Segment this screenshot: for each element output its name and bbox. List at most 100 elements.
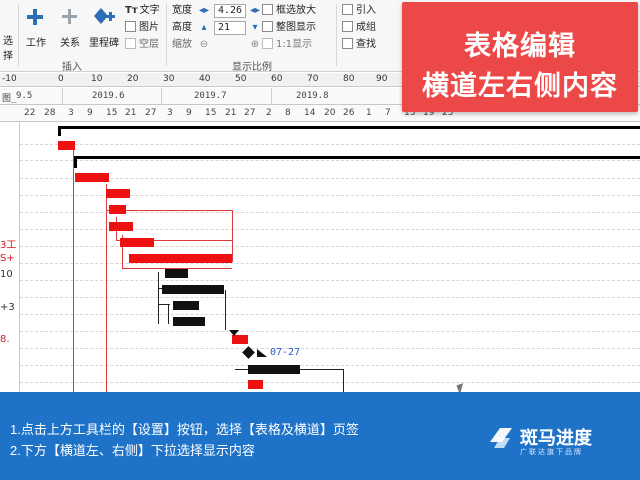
instruction-line-2: 2.下方【横道左、右侧】下拉选择显示内容 [10, 443, 255, 458]
row-grid-line [20, 382, 640, 383]
month-label: 2019.6 [92, 91, 125, 101]
task-bar-critical[interactable] [109, 222, 133, 231]
left-task-text: 3工 [0, 240, 17, 251]
actual-size-label: 1:1显示 [276, 39, 313, 50]
task-bar[interactable] [165, 269, 188, 278]
milestone-date-label: 07-27 [270, 347, 301, 358]
find-button[interactable]: 查找 [342, 38, 376, 52]
blank-layer-button[interactable]: 空层 [125, 38, 159, 52]
task-bar[interactable] [173, 317, 205, 326]
image-button[interactable]: 图片 [125, 21, 159, 35]
work-button[interactable]: 工作 [22, 6, 50, 49]
height-input[interactable]: 21 [214, 21, 246, 35]
row-grid-line [20, 246, 640, 247]
actual-size-icon [262, 38, 273, 49]
summary-bar[interactable] [58, 126, 640, 129]
height-stepper-icon[interactable]: ▾ [249, 22, 261, 34]
width-stepper-icon[interactable]: ◂▸ [249, 5, 261, 17]
task-bar-critical[interactable] [106, 189, 130, 198]
relation-button[interactable]: 关系 [56, 6, 84, 49]
partial-top-label: 图_ [2, 94, 17, 104]
height-adjust-icon[interactable]: ▴ [198, 22, 210, 34]
zoom-in-icon[interactable]: ⊕ [249, 39, 261, 51]
task-table-column: 3工 S+ 10 +3 8. [0, 122, 20, 392]
brand-logo: 斑马进度 广联达旗下品牌 [488, 422, 628, 462]
mouse-cursor-icon [456, 383, 467, 392]
gantt-chart: 07-27 [20, 122, 640, 392]
task-bar-critical[interactable] [109, 205, 126, 214]
text-icon: Tт [125, 5, 138, 16]
import-icon [342, 4, 353, 15]
milestone-button[interactable]: 里程碑 [86, 6, 122, 49]
summary-bar[interactable] [74, 156, 640, 159]
day-label: 21 [125, 108, 137, 118]
month-label-partial: 9.5 [16, 91, 33, 101]
row-grid-line [20, 263, 640, 264]
month-label: 2019.7 [194, 91, 227, 101]
import-button[interactable]: 引入 [342, 4, 376, 18]
task-bar-critical[interactable] [120, 238, 154, 247]
fit-all-button[interactable]: 整图显示 [262, 21, 316, 35]
day-label: 8 [285, 108, 291, 118]
link-line [225, 290, 226, 330]
title-banner: 表格编辑 横道左右侧内容 [402, 2, 638, 112]
ruler-tick: -10 [2, 74, 17, 84]
row-grid-line [20, 178, 640, 179]
row-grid-line [20, 280, 640, 281]
link-line [232, 210, 233, 262]
display-ratio-group-label: 显示比例 [232, 62, 272, 73]
day-label: 22 [24, 108, 36, 118]
task-bar-critical[interactable] [75, 173, 109, 182]
row-grid-line [20, 331, 640, 332]
task-bar-critical[interactable] [58, 141, 75, 150]
separator [18, 4, 19, 66]
ruler-tick: 30 [163, 74, 175, 84]
task-bar-critical[interactable] [232, 335, 248, 344]
day-label: 14 [304, 108, 316, 118]
day-label: 20 [324, 108, 336, 118]
task-bar-critical[interactable] [248, 380, 263, 389]
banner-title-line2: 横道左右侧内容 [422, 71, 618, 102]
width-decrease-icon[interactable]: ◂▸ [198, 5, 210, 17]
zoom-to-selection-button[interactable]: 框选放大 [262, 4, 316, 18]
task-bar-critical[interactable] [129, 254, 232, 263]
summary-bar-leg [74, 156, 77, 168]
row-grid-line [20, 160, 640, 161]
task-bar[interactable] [162, 285, 224, 294]
image-label: 图片 [139, 22, 159, 33]
instruction-line-1: 1.点击上方工具栏的【设置】按钮，选择【表格及横道】页签 [10, 422, 359, 437]
ruler-tick: 40 [199, 74, 211, 84]
blank-layer-icon [125, 38, 136, 49]
select-button-partial[interactable]: 选择 [0, 32, 16, 62]
width-label: 宽度 [172, 5, 192, 16]
zoom-out-icon[interactable]: ⊖ [198, 39, 210, 51]
group-button[interactable]: 成组 [342, 21, 376, 35]
width-input[interactable]: 4.26 [214, 4, 246, 18]
zoom-selection-icon [262, 4, 273, 15]
month-divider [271, 88, 272, 105]
day-label: 27 [244, 108, 256, 118]
actual-size-button[interactable]: 1:1显示 [262, 38, 312, 52]
day-label: 3 [68, 108, 74, 118]
text-button[interactable]: Tт 文字 [125, 4, 160, 18]
zoom-label: 缩放 [172, 39, 192, 50]
day-label: 15 [205, 108, 217, 118]
group-icon [342, 21, 353, 32]
relation-label: 关系 [60, 38, 80, 49]
task-bar[interactable] [173, 301, 199, 310]
day-label: 21 [225, 108, 237, 118]
milestone-flag-icon [257, 349, 267, 357]
link-line [106, 184, 107, 392]
task-bar[interactable] [248, 365, 300, 374]
left-task-text: S+ [0, 253, 15, 264]
work-label: 工作 [26, 38, 46, 49]
row-grid-line [20, 348, 640, 349]
day-label: 7 [385, 108, 391, 118]
import-label: 引入 [356, 5, 376, 16]
ruler-tick: 60 [271, 74, 283, 84]
ruler-tick: 0 [58, 74, 64, 84]
ruler-tick: 10 [91, 74, 103, 84]
day-label: 27 [145, 108, 157, 118]
ruler-tick: 90 [376, 74, 388, 84]
milestone-label: 里程碑 [89, 38, 119, 49]
